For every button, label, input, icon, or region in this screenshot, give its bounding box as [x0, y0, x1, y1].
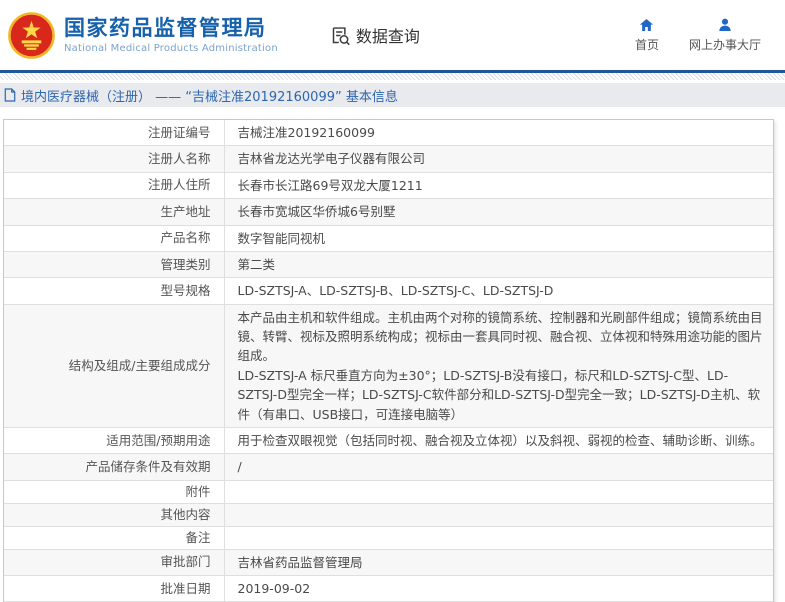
breadcrumb-text: 境内医疗器械（注册） —— “吉械注准20192160099” 基本信息 [21, 86, 398, 105]
field-value [224, 480, 773, 503]
field-value: 第二类 [224, 251, 773, 277]
table-row: 备注 [4, 526, 773, 549]
nav-item-label: 首页 [635, 36, 659, 53]
table-row: 型号规格LD-SZTSJ-A、LD-SZTSJ-B、LD-SZTSJ-C、LD-… [4, 278, 773, 304]
field-value: 2019-09-02 [224, 576, 773, 602]
field-value: 数字智能同视机 [224, 225, 773, 251]
document-icon [4, 88, 16, 102]
field-label: 注册证编号 [4, 120, 224, 146]
table-row: 适用范围/预期用途用于检查双眼视觉（包括同时视、融合视及立体视）以及斜视、弱视的… [4, 427, 773, 453]
header-nav: 首页 网上办事大厅 [635, 17, 771, 53]
field-label: 生产地址 [4, 199, 224, 225]
field-label: 注册人名称 [4, 146, 224, 172]
field-label: 审批部门 [4, 549, 224, 575]
table-row: 管理类别第二类 [4, 251, 773, 277]
agency-name-en: National Medical Products Administration [64, 43, 278, 54]
field-label: 结构及组成/主要组成成分 [4, 304, 224, 427]
field-label: 适用范围/预期用途 [4, 427, 224, 453]
site-header: 国家药品监督管理局 National Medical Products Admi… [0, 0, 785, 70]
agency-name: 国家药品监督管理局 [64, 16, 278, 40]
home-icon [638, 17, 655, 33]
table-row: 审批部门吉林省药品监督管理局 [4, 549, 773, 575]
field-label: 其他内容 [4, 503, 224, 526]
data-query-label: 数据查询 [356, 23, 420, 47]
nav-item-label: 网上办事大厅 [689, 36, 761, 53]
table-row: 附件 [4, 480, 773, 503]
nav-item-home[interactable]: 首页 [635, 17, 659, 53]
table-row: 批准日期2019-09-02 [4, 576, 773, 602]
table-row: 注册人名称吉林省龙达光学电子仪器有限公司 [4, 146, 773, 172]
user-icon [717, 17, 733, 33]
table-row: 结构及组成/主要组成成分本产品由主机和软件组成。主机由两个对称的镜筒系统、控制器… [4, 304, 773, 427]
breadcrumb: 境内医疗器械（注册） —— “吉械注准20192160099” 基本信息 [0, 83, 785, 107]
field-value [224, 526, 773, 549]
field-label: 产品储存条件及有效期 [4, 454, 224, 480]
table-row: 注册证编号吉械注准20192160099 [4, 120, 773, 146]
field-label: 注册人住所 [4, 172, 224, 198]
field-value: 本产品由主机和软件组成。主机由两个对称的镜筒系统、控制器和光刷部件组成；镜筒系统… [224, 304, 773, 427]
national-emblem-logo [8, 12, 55, 59]
field-value: LD-SZTSJ-A、LD-SZTSJ-B、LD-SZTSJ-C、LD-SZTS… [224, 278, 773, 304]
agency-title-block: 国家药品监督管理局 National Medical Products Admi… [64, 16, 278, 53]
info-table-body: 注册证编号吉械注准20192160099注册人名称吉林省龙达光学电子仪器有限公司… [4, 120, 773, 602]
field-label: 批准日期 [4, 576, 224, 602]
field-value: 吉林省龙达光学电子仪器有限公司 [224, 146, 773, 172]
field-value: 用于检查双眼视觉（包括同时视、融合视及立体视）以及斜视、弱视的检查、辅助诊断、训… [224, 427, 773, 453]
table-row: 产品储存条件及有效期/ [4, 454, 773, 480]
table-row: 其他内容 [4, 503, 773, 526]
field-value: / [224, 454, 773, 480]
nav-item-service-hall[interactable]: 网上办事大厅 [689, 17, 761, 53]
table-row: 注册人住所长春市长江路69号双龙大厦1211 [4, 172, 773, 198]
table-row: 产品名称数字智能同视机 [4, 225, 773, 251]
field-label: 附件 [4, 480, 224, 503]
registration-info-table: 注册证编号吉械注准20192160099注册人名称吉林省龙达光学电子仪器有限公司… [3, 119, 774, 602]
field-label: 管理类别 [4, 251, 224, 277]
field-value: 长春市长江路69号双龙大厦1211 [224, 172, 773, 198]
field-label: 型号规格 [4, 278, 224, 304]
field-label: 备注 [4, 526, 224, 549]
field-value [224, 503, 773, 526]
field-value: 吉林省药品监督管理局 [224, 549, 773, 575]
field-value: 长春市宽城区华侨城6号别墅 [224, 199, 773, 225]
hatch-strip [0, 73, 785, 80]
field-label: 产品名称 [4, 225, 224, 251]
data-query-tab[interactable]: 数据查询 [330, 23, 420, 47]
field-value: 吉械注准20192160099 [224, 120, 773, 146]
document-search-icon [330, 25, 351, 46]
table-row: 生产地址长春市宽城区华侨城6号别墅 [4, 199, 773, 225]
